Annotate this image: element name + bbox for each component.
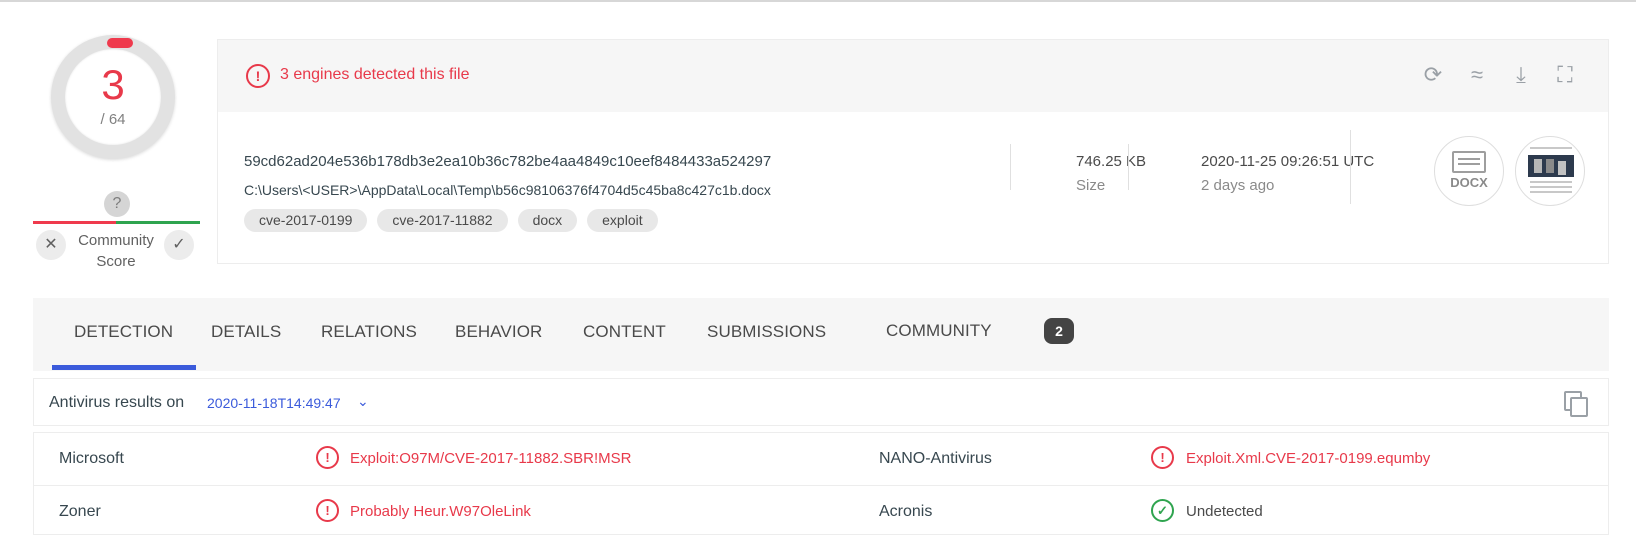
divider	[1350, 130, 1351, 204]
tab-details[interactable]: DETAILS	[211, 322, 281, 342]
divider	[1128, 144, 1129, 190]
tab-relations[interactable]: RELATIONS	[321, 322, 417, 342]
detection-result: Exploit:O97M/CVE-2017-11882.SBR!MSR	[350, 450, 632, 467]
file-tags: cve-2017-0199 cve-2017-11882 docx exploi…	[244, 209, 658, 232]
detection-alert-bar: ! 3 engines detected this file ⟳ ≈ ⤓ ⛶	[218, 40, 1608, 112]
undetected-check-icon: ✓	[1151, 499, 1174, 522]
analysis-date-relative: 2 days ago	[1201, 177, 1275, 194]
detection-alert-icon: !	[316, 446, 339, 469]
analysis-date: 2020-11-25 09:26:51 UTC	[1201, 153, 1375, 170]
antivirus-results-header: Antivirus results on 2020-11-18T14:49:47…	[33, 378, 1609, 426]
vote-malicious-button[interactable]: ✕	[36, 230, 66, 260]
detection-result: Exploit.Xml.CVE-2017-0199.equmby	[1186, 450, 1431, 467]
detection-result: Probably Heur.W97OleLink	[350, 503, 531, 520]
detection-result: Undetected	[1186, 503, 1263, 520]
active-tab-indicator	[52, 365, 196, 370]
file-path: C:\Users\<USER>\AppData\Local\Temp\b56c9…	[244, 182, 771, 198]
file-size-label: Size	[1076, 177, 1106, 194]
preview-text-line	[1530, 147, 1572, 149]
chevron-down-icon[interactable]: ⌄	[357, 393, 369, 410]
vote-harmless-button[interactable]: ✓	[164, 230, 194, 260]
antivirus-results-table: Microsoft ! Exploit:O97M/CVE-2017-11882.…	[33, 432, 1609, 535]
community-score-negative-bar	[33, 221, 116, 224]
divider	[1010, 144, 1011, 190]
reanalyze-icon[interactable]: ⟳	[1418, 60, 1448, 90]
similar-icon[interactable]: ≈	[1462, 60, 1492, 90]
community-score-help-icon[interactable]: ?	[104, 191, 130, 217]
download-icon[interactable]: ⤓	[1506, 60, 1536, 90]
report-tabs: DETECTION DETAILS RELATIONS BEHAVIOR CON…	[33, 298, 1609, 371]
engine-name: Acronis	[879, 503, 933, 520]
preview-text-line	[1530, 186, 1572, 188]
file-type-badge: DOCX	[1434, 136, 1504, 206]
community-count-badge: 2	[1044, 318, 1074, 344]
file-type-label: DOCX	[1450, 175, 1488, 190]
file-hash[interactable]: 59cd62ad204e536b178db3e2ea10b36c782be4aa…	[244, 153, 771, 170]
detection-alert-text: 3 engines detected this file	[280, 66, 470, 83]
detection-alert-icon: !	[1151, 446, 1174, 469]
engine-name: Microsoft	[59, 450, 124, 467]
tab-content[interactable]: CONTENT	[583, 322, 666, 342]
table-row: Microsoft ! Exploit:O97M/CVE-2017-11882.…	[34, 433, 1608, 487]
file-size: 746.25 KB	[1076, 153, 1147, 170]
tab-behavior[interactable]: BEHAVIOR	[455, 322, 542, 342]
tag-chip[interactable]: docx	[517, 209, 578, 232]
analysis-date-select[interactable]: 2020-11-18T14:49:47	[207, 395, 341, 411]
total-engines: / 64	[100, 111, 126, 128]
copy-icon[interactable]	[1564, 391, 1588, 417]
engine-name: Zoner	[59, 503, 101, 520]
antivirus-results-title: Antivirus results on	[49, 394, 185, 411]
community-score-label: Community Score	[78, 232, 154, 270]
file-actions: ⟳ ≈ ⤓ ⛶	[1418, 60, 1580, 90]
preview-photo	[1528, 155, 1574, 177]
alert-icon: !	[246, 64, 270, 88]
tag-chip[interactable]: cve-2017-0199	[244, 209, 368, 232]
document-preview-thumbnail[interactable]	[1515, 136, 1585, 206]
preview-text-line	[1530, 181, 1572, 183]
tab-submissions[interactable]: SUBMISSIONS	[707, 322, 826, 342]
tab-detection[interactable]: DETECTION	[74, 322, 173, 342]
score-indicator	[107, 38, 133, 48]
detected-count: 3	[101, 61, 125, 108]
engine-name: NANO-Antivirus	[879, 450, 992, 467]
document-icon	[1452, 151, 1486, 173]
table-row: Zoner ! Probably Heur.W97OleLink Acronis…	[34, 485, 1608, 535]
tag-chip[interactable]: cve-2017-11882	[377, 209, 508, 232]
tag-chip[interactable]: exploit	[587, 209, 658, 232]
detection-score-ring: 3 / 64	[51, 35, 175, 159]
score-center: 3 / 64	[65, 49, 161, 145]
tab-community[interactable]: COMMUNITY	[886, 321, 992, 341]
file-info-card: ! 3 engines detected this file ⟳ ≈ ⤓ ⛶ 5…	[217, 39, 1609, 264]
preview-text-line	[1530, 191, 1572, 193]
top-divider	[0, 0, 1636, 2]
detection-alert-icon: !	[316, 499, 339, 522]
graph-icon[interactable]: ⛶	[1550, 60, 1580, 90]
community-score-positive-bar	[116, 221, 200, 224]
